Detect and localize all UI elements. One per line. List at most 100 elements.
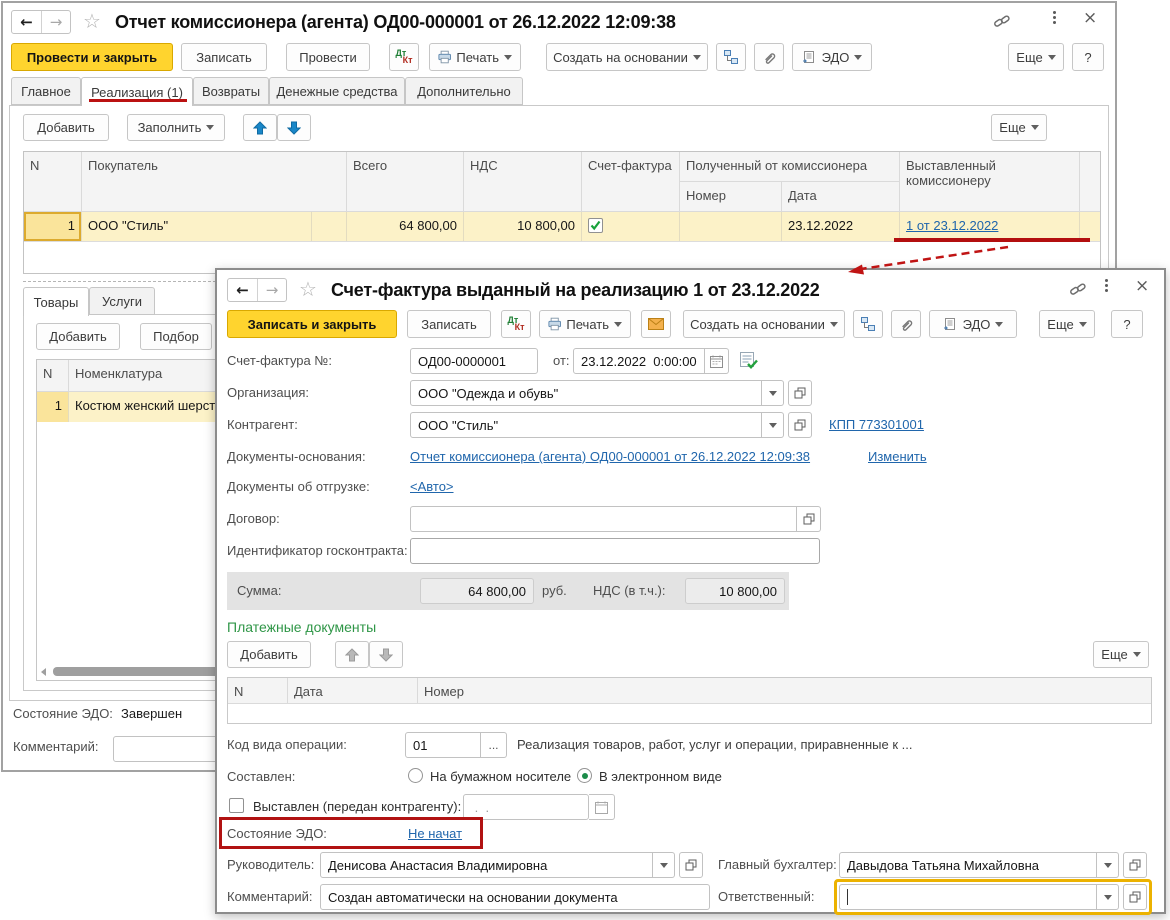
cell-date[interactable]: 23.12.2022 [782,212,900,241]
more-button[interactable]: Еще [1039,310,1095,338]
tab-services[interactable]: Услуги [89,287,155,315]
print-button[interactable]: Печать [539,310,631,338]
move-up-button[interactable] [243,114,277,141]
save-button[interactable]: Записать [407,310,491,338]
close-icon[interactable]: × [1083,8,1097,28]
contractor-open-button[interactable] [788,412,812,438]
payments-col-n[interactable]: N [228,678,288,704]
organization-open-button[interactable] [788,380,812,406]
scroll-left-arrow[interactable] [41,668,46,676]
cell-spacer2[interactable] [1080,212,1100,241]
payments-down-button[interactable] [369,641,403,668]
payments-col-date[interactable]: Дата [288,678,418,704]
edo-button[interactable]: ЭДО [792,43,872,71]
forward-button[interactable]: → [257,279,286,301]
goods-col-n[interactable]: N [37,360,69,392]
cell-invoice[interactable] [582,212,680,241]
head-dropdown[interactable] [653,852,675,878]
tab-main[interactable]: Главное [11,77,81,105]
contractor-input[interactable]: ООО "Стиль" [410,412,762,438]
contract-input[interactable] [410,506,797,532]
cell-vat[interactable]: 10 800,00 [464,212,582,241]
edo-button[interactable]: ЭДО [929,310,1017,338]
organization-input[interactable]: ООО "Одежда и обувь" [410,380,762,406]
col-header-issued[interactable]: Выставленный комиссионеру [900,152,1080,212]
col-header-invoice[interactable]: Счет-фактура [582,152,680,212]
tab-goods[interactable]: Товары [23,287,89,316]
more-button[interactable]: Еще [1008,43,1064,71]
col-header-total[interactable]: Всего [347,152,464,212]
dtkt-icon[interactable]: Дт Кт [501,310,531,338]
head-open-button[interactable] [679,852,703,878]
payments-more-button[interactable]: Еще [1093,641,1149,668]
issued-checkbox[interactable] [229,798,244,813]
cell-number[interactable] [680,212,782,241]
gov-contract-input[interactable] [410,538,820,564]
basis-document-link[interactable]: Отчет комиссионера (агента) ОД00-000001 … [410,449,810,464]
save-button[interactable]: Записать [181,43,267,71]
contract-open-button[interactable] [797,506,821,532]
dtkt-icon[interactable]: Дт Кт [389,43,419,71]
cell-buyer[interactable]: ООО "Стиль" [82,212,312,241]
tab-returns[interactable]: Возвраты [193,77,269,105]
accountant-dropdown[interactable] [1097,852,1119,878]
comment-input[interactable] [113,736,225,762]
contractor-dropdown[interactable] [762,412,784,438]
col-header-number[interactable]: Номер [680,182,782,212]
accountant-input[interactable]: Давыдова Татьяна Михайловна [839,852,1097,878]
tab-additional[interactable]: Дополнительно [405,77,523,105]
invoice-date-input[interactable]: 23.12.2022 0:00:00 [573,348,705,374]
goods-add-button[interactable]: Добавить [36,323,120,350]
operation-code-pick-button[interactable]: ... [481,732,507,758]
cell-total[interactable]: 64 800,00 [347,212,464,241]
list-add-button[interactable]: Добавить [23,114,109,141]
back-button[interactable]: ← [228,279,257,301]
attachment-icon[interactable] [891,310,921,338]
attachment-icon[interactable] [754,43,784,71]
invoice-number-input[interactable]: ОД00-0000001 [410,348,538,374]
journal-check-icon[interactable] [739,351,758,375]
save-and-close-button[interactable]: Записать и закрыть [227,310,397,338]
cell-spacer[interactable] [312,212,347,241]
calendar-button[interactable] [705,348,729,374]
close-icon[interactable]: × [1135,276,1149,296]
radio-electronic[interactable] [577,768,592,783]
col-header-n[interactable]: N [24,152,82,212]
col-header-vat[interactable]: НДС [464,152,582,212]
post-and-close-button[interactable]: Провести и закрыть [11,43,173,71]
back-button[interactable]: ← [12,11,41,33]
head-input[interactable]: Денисова Анастасия Владимировна [320,852,653,878]
payments-up-button[interactable] [335,641,369,668]
link-icon[interactable] [993,12,1011,34]
change-link[interactable]: Изменить [868,449,927,464]
list-more-button[interactable]: Еще [991,114,1047,141]
payments-col-number[interactable]: Номер [418,678,1151,704]
issued-calendar-button[interactable] [589,794,615,820]
related-documents-icon[interactable] [853,310,883,338]
organization-dropdown[interactable] [762,380,784,406]
col-header-received[interactable]: Полученный от комиссионера [680,152,900,182]
payments-add-button[interactable]: Добавить [227,641,311,668]
tab-money[interactable]: Денежные средства [269,77,405,105]
cell-issued[interactable]: 1 от 23.12.2022 [900,212,1080,241]
post-button[interactable]: Провести [286,43,370,71]
col-header-date[interactable]: Дата [782,182,900,212]
menu-dots-icon[interactable] [1053,11,1056,24]
radio-paper[interactable] [408,768,423,783]
favorite-star-icon[interactable]: ☆ [83,9,101,33]
operation-code-input[interactable]: 01 [405,732,481,758]
help-button[interactable]: ? [1072,43,1104,71]
create-based-on-button[interactable]: Создать на основании [546,43,708,71]
help-button[interactable]: ? [1111,310,1143,338]
comment-input[interactable]: Создан автоматически на основании докуме… [320,884,710,910]
create-based-on-button[interactable]: Создать на основании [683,310,845,338]
related-documents-icon[interactable] [716,43,746,71]
forward-button[interactable]: → [41,11,70,33]
menu-dots-icon[interactable] [1105,279,1108,292]
list-fill-button[interactable]: Заполнить [127,114,225,141]
print-button[interactable]: Печать [429,43,521,71]
issued-invoice-link[interactable]: 1 от 23.12.2022 [906,218,998,233]
auto-link[interactable]: <Авто> [410,479,454,494]
link-icon[interactable] [1069,280,1087,302]
goods-pick-button[interactable]: Подбор [140,323,212,350]
